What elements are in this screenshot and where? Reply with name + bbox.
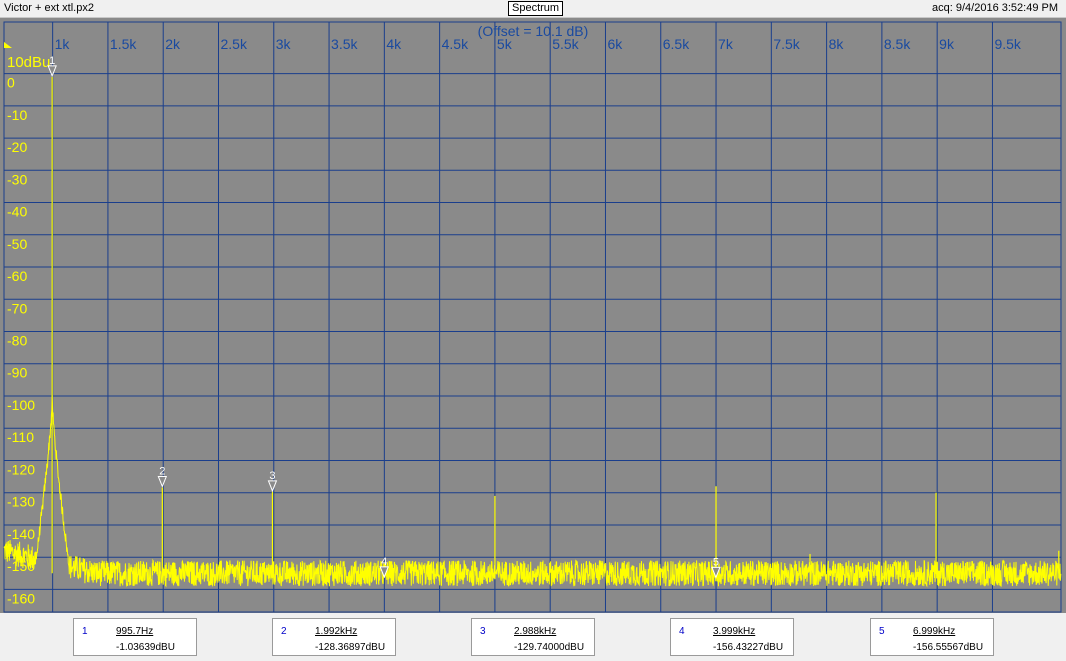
y-tick-label: -120 [7,461,35,477]
y-tick-label: -80 [7,333,27,349]
spectrum-plot[interactable]: 1k 1.5k 2k 2.5k 3k 3.5k 4k 4.5k 5k 5.5k 6k 6.5k 7k 7.… [0,18,1066,613]
x-tick-label: 4.5k [442,36,469,52]
marker-index: 4 [679,626,685,637]
y-tick-label: -140 [7,526,35,542]
x-tick-label: 7.5k [773,36,800,52]
y-tick-label: -70 [7,300,27,316]
acquisition-time: acq: 9/4/2016 3:52:49 PM [932,2,1058,14]
x-tick-label: 4k [386,36,402,52]
title-bar: Victor + ext xtl.px2 Spectrum acq: 9/4/2… [0,0,1066,18]
marker-index: 5 [879,626,885,637]
y-tick-label: -100 [7,397,35,413]
marker-number-label: 2 [159,465,165,477]
x-tick-label: 6k [607,36,623,52]
file-title: Victor + ext xtl.px2 [4,2,94,14]
marker-readout-2[interactable]: 2 1.992kHz -128.36897dBU [272,618,396,656]
marker-readout-3[interactable]: 3 2.988kHz -129.74000dBU [471,618,595,656]
y-tick-label: -10 [7,107,27,123]
y-unit-label: 10dBu [7,54,50,71]
x-tick-label: 9k [939,36,955,52]
marker-readout-1[interactable]: 1 995.7Hz -1.03639dBU [73,618,197,656]
marker-level: -128.36897dBU [315,642,386,653]
marker-number-label: 1 [49,55,55,67]
x-tick-label: 2.5k [220,36,247,52]
x-tick-label: 9.5k [994,36,1021,52]
y-tick-label: -60 [7,268,27,284]
marker-frequency[interactable]: 995.7Hz [116,626,153,637]
x-tick-label: 2k [165,36,181,52]
marker-number-label: 4 [381,556,387,568]
y-tick-label: -30 [7,171,27,187]
marker-readout-panel: 1 995.7Hz -1.03639dBU 2 1.992kHz -128.36… [0,613,1066,661]
marker-level: -1.03639dBU [116,642,175,653]
x-tick-label: 8k [829,36,845,52]
offset-note: (Offset = 10.1 dB) [478,23,589,39]
marker-frequency[interactable]: 1.992kHz [315,626,357,637]
x-tick-label: 6.5k [663,36,690,52]
y-tick-label: 0 [7,75,15,91]
x-tick-label: 1.5k [110,36,137,52]
x-tick-label: 1k [55,36,71,52]
plot-background [0,18,1066,613]
marker-frequency[interactable]: 2.988kHz [514,626,556,637]
x-tick-label: 8.5k [884,36,911,52]
marker-frequency[interactable]: 6.999kHz [913,626,955,637]
y-tick-label: -110 [7,429,34,445]
y-tick-label: -50 [7,236,27,252]
marker-readout-5[interactable]: 5 6.999kHz -156.55567dBU [870,618,994,656]
marker-number-label: 3 [269,470,275,482]
y-tick-label: -90 [7,365,27,381]
x-tick-label: 7k [718,36,734,52]
marker-index: 2 [281,626,287,637]
x-tick-label: 3k [276,36,292,52]
marker-frequency[interactable]: 3.999kHz [713,626,755,637]
marker-number-label: 5 [713,556,719,568]
y-tick-label: -40 [7,204,27,220]
marker-level: -156.43227dBU [713,642,784,653]
marker-readout-4[interactable]: 4 3.999kHz -156.43227dBU [670,618,794,656]
spectrum-chart[interactable]: 1k 1.5k 2k 2.5k 3k 3.5k 4k 4.5k 5k 5.5k 6k 6.5k 7k 7.… [0,18,1066,613]
x-tick-label: 3.5k [331,36,358,52]
y-tick-label: -130 [7,494,35,510]
view-title[interactable]: Spectrum [508,1,564,16]
y-tick-label: -20 [7,139,27,155]
marker-index: 1 [82,626,88,637]
marker-index: 3 [480,626,486,637]
marker-level: -156.55567dBU [913,642,984,653]
y-tick-label: -160 [7,590,35,606]
marker-level: -129.74000dBU [514,642,585,653]
